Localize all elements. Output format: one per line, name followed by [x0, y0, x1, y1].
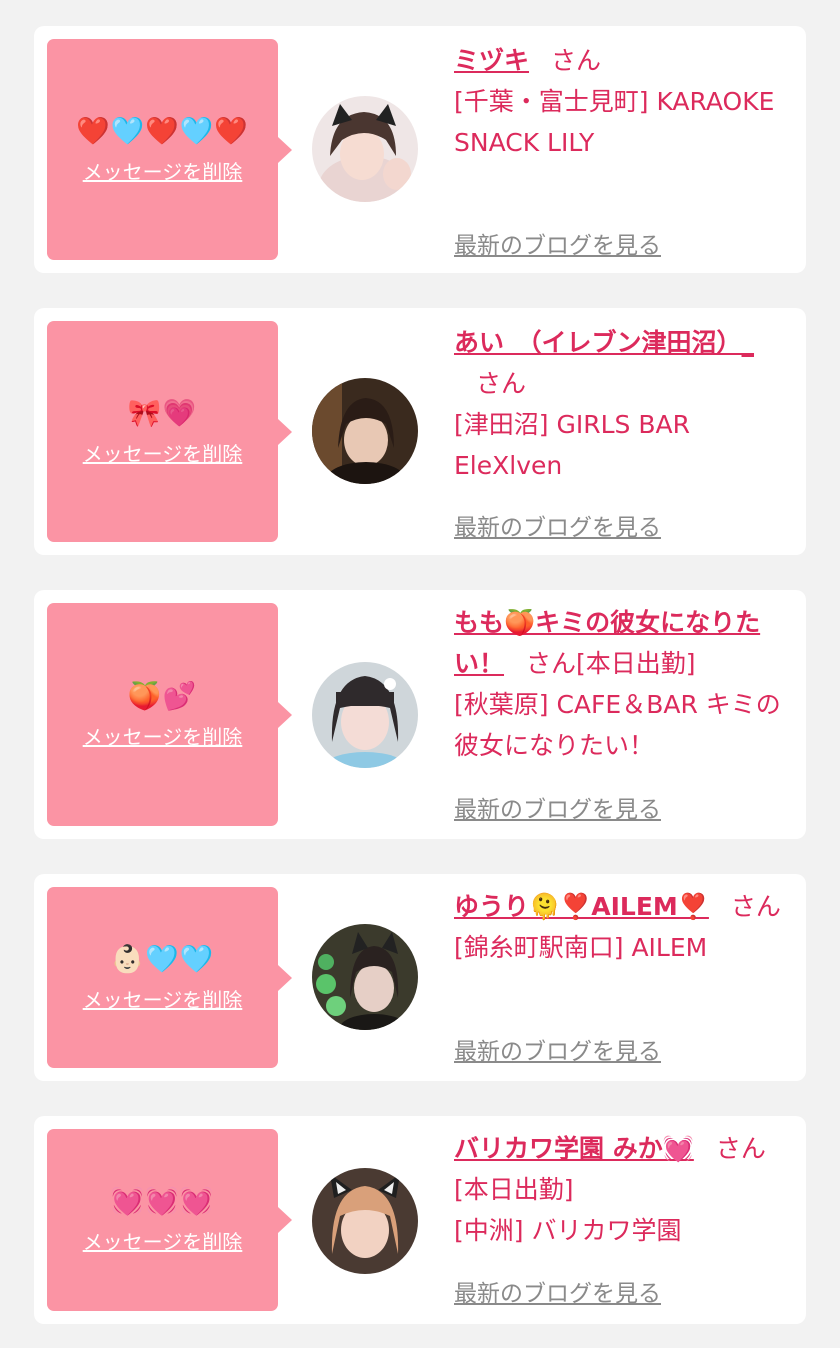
profile-info: ゆうり🫠❣️AILEM❣️ さん [錦糸町駅南口] AILEM: [454, 886, 788, 968]
shop-label: [津田沼] GIRLS BAR EleXlven: [454, 410, 690, 480]
shop-label: [千葉・富士見町] KARAOKE SNACK LILY: [454, 87, 775, 157]
message-card: 🍑💕 メッセージを削除 もも🍑キミの彼女になりたい！ さん[本日出勤] [秋葉原]…: [34, 590, 806, 839]
message-emoji: 🎀💗: [127, 397, 198, 429]
girl-name-link[interactable]: バリカワ学園 みか💓: [454, 1134, 694, 1163]
avatar[interactable]: [312, 378, 418, 484]
latest-blog-link[interactable]: 最新のブログを見る: [454, 1032, 661, 1066]
status-badge: [本日出勤]: [576, 649, 696, 678]
shop-label: [錦糸町駅南口] AILEM: [454, 933, 708, 962]
message-bubble: ❤️🩵❤️🩵❤️ メッセージを削除: [47, 39, 292, 260]
message-card: 👶🏻🩵🩵 メッセージを削除 ゆうり🫠❣️AILEM❣️ さん [錦糸町駅南口] A…: [34, 874, 806, 1081]
girl-name-link[interactable]: ミヅキ: [454, 46, 529, 75]
avatar[interactable]: [312, 662, 418, 768]
shop-label: [秋葉原] CAFE＆BAR キミの彼女になりたい！: [454, 690, 781, 760]
message-bubble: 🍑💕 メッセージを削除: [47, 603, 292, 826]
avatar[interactable]: [312, 1168, 418, 1274]
latest-blog-link[interactable]: 最新のブログを見る: [454, 790, 661, 824]
message-emoji: ❤️🩵❤️🩵❤️: [75, 115, 250, 147]
message-card: 🎀💗 メッセージを削除 あい （イレブン津田沼）_ さん [津田沼] GIRLS …: [34, 308, 806, 555]
delete-message-link[interactable]: メッセージを削除: [83, 724, 243, 750]
latest-blog-link[interactable]: 最新のブログを見る: [454, 226, 661, 260]
honorific: さん: [526, 649, 577, 678]
girl-name-link[interactable]: あい （イレブン津田沼）_: [454, 328, 754, 357]
honorific: さん: [476, 369, 527, 398]
delete-message-link[interactable]: メッセージを削除: [83, 441, 243, 467]
honorific: さん: [715, 1134, 766, 1163]
delete-message-link[interactable]: メッセージを削除: [83, 159, 243, 185]
message-card: 💓💓💓 メッセージを削除 バリカワ学園 みか💓 さん [本日出勤] [中洲] バリカ…: [34, 1116, 806, 1324]
avatar[interactable]: [312, 924, 418, 1030]
profile-info: バリカワ学園 みか💓 さん [本日出勤] [中洲] バリカワ学園: [454, 1128, 788, 1251]
message-list: ❤️🩵❤️🩵❤️ メッセージを削除 ミヅキ さん [千葉・富士見町] KARAOK…: [0, 0, 840, 1348]
delete-message-link[interactable]: メッセージを削除: [83, 1229, 243, 1255]
message-bubble: 🎀💗 メッセージを削除: [47, 321, 292, 542]
message-emoji: 💓💓💓: [110, 1186, 215, 1217]
delete-message-link[interactable]: メッセージを削除: [83, 987, 243, 1013]
message-bubble: 👶🏻🩵🩵 メッセージを削除: [47, 887, 292, 1068]
girl-name-link[interactable]: ゆうり🫠❣️AILEM❣️: [454, 892, 709, 921]
profile-info: もも🍑キミの彼女になりたい！ さん[本日出勤] [秋葉原] CAFE＆BAR キミ…: [454, 602, 788, 766]
honorific: さん: [551, 46, 602, 75]
message-emoji: 🍑💕: [127, 680, 198, 712]
shop-label: [中洲] バリカワ学園: [454, 1216, 682, 1245]
message-card: ❤️🩵❤️🩵❤️ メッセージを削除 ミヅキ さん [千葉・富士見町] KARAOK…: [34, 26, 806, 273]
profile-info: ミヅキ さん [千葉・富士見町] KARAOKE SNACK LILY: [454, 40, 788, 163]
latest-blog-link[interactable]: 最新のブログを見る: [454, 508, 661, 542]
message-bubble: 💓💓💓 メッセージを削除: [47, 1129, 292, 1311]
message-emoji: 👶🏻🩵🩵: [110, 943, 215, 975]
latest-blog-link[interactable]: 最新のブログを見る: [454, 1274, 661, 1308]
avatar[interactable]: [312, 96, 418, 202]
status-badge: [本日出勤]: [454, 1175, 574, 1204]
profile-info: あい （イレブン津田沼）_ さん [津田沼] GIRLS BAR EleXlven: [454, 322, 788, 486]
honorific: さん: [730, 892, 781, 921]
